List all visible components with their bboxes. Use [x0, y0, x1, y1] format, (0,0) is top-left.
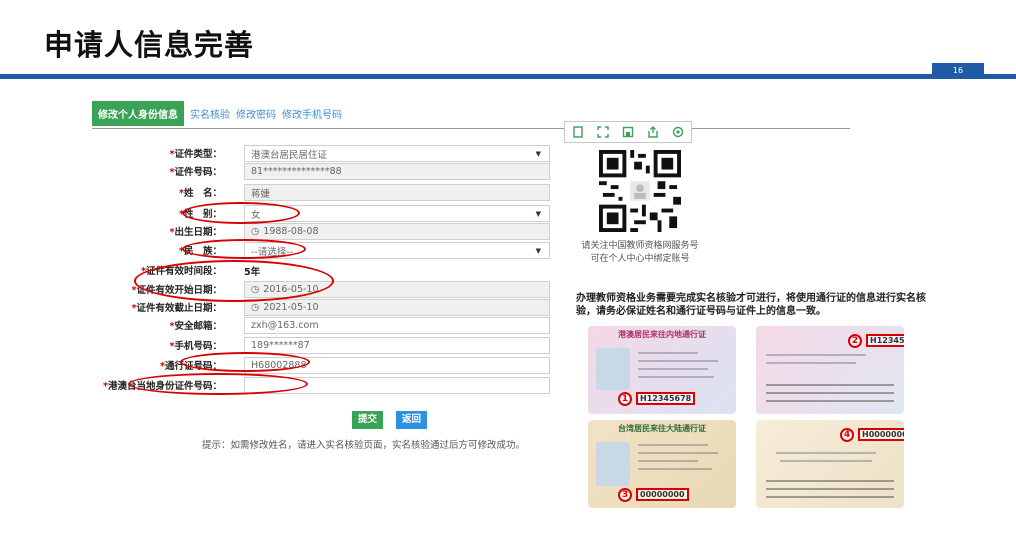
marker-4: 4	[840, 428, 854, 442]
row-valid-end: *证件有效截止日期：	[131, 303, 222, 314]
email-label: 安全邮箱：	[174, 321, 222, 332]
tab-real-name-verify[interactable]: 实名核验	[190, 106, 230, 121]
copy-icon[interactable]	[570, 124, 586, 140]
row-id-number: *证件号码：	[169, 167, 222, 178]
annotation-ellipse-ethnicity	[182, 239, 306, 259]
share-icon[interactable]	[645, 124, 661, 140]
tab-change-password[interactable]: 修改密码	[236, 106, 276, 121]
chevron-down-icon: ▼	[535, 246, 541, 255]
tab-divider	[92, 128, 850, 129]
marker-2: 2	[848, 334, 862, 348]
marker-1: 1	[618, 392, 632, 406]
phone-field[interactable]: 189******87	[244, 337, 550, 354]
id-type-select[interactable]: 港澳台居民居住证 ▼	[244, 145, 550, 162]
annotation-ellipse-gender	[182, 202, 300, 224]
save-icon[interactable]	[620, 124, 636, 140]
expand-icon[interactable]	[595, 124, 611, 140]
sample-card-tw-front: 台湾居民来往大陆通行证 3 00000000	[588, 420, 736, 508]
page-number: 16	[932, 63, 984, 79]
chevron-down-icon: ▼	[535, 149, 541, 158]
hint-text: 提示：如需修改姓名，请进入实名核验页面，实名核验通过后方可修改成功。	[202, 440, 526, 451]
submit-button[interactable]: 提交	[352, 411, 384, 429]
title-rule	[0, 74, 1016, 79]
settings-icon[interactable]	[670, 124, 686, 140]
row-email: *安全邮箱：	[169, 321, 222, 332]
id-number-field: 81**************88	[244, 163, 550, 180]
sample-card-hk-front: 港澳居民来往内地通行证 1 H12345678	[588, 326, 736, 414]
portrait-photo	[596, 442, 630, 486]
tab-change-phone[interactable]: 修改手机号码	[282, 106, 342, 121]
id-type-label: 证件类型：	[174, 149, 222, 160]
qr-caption: 请关注中国教师资格网服务号 可在个人中心中绑定账号	[581, 241, 699, 264]
id-number-label: 证件号码：	[174, 167, 222, 178]
toolbar	[564, 121, 692, 143]
valid-end-label: 证件有效截止日期：	[136, 303, 222, 314]
name-field: 蒋婕	[244, 184, 550, 201]
row-birthdate: *出生日期：	[169, 227, 222, 238]
valid-end-field[interactable]: ◷ 2021-05-10	[244, 299, 550, 316]
annotation-ellipse-valid-dates	[134, 260, 334, 302]
row-id-type: *证件类型：	[169, 149, 222, 160]
slide-title: 申请人信息完善	[44, 28, 255, 62]
sample-card-hk-back: 2 H12345678	[756, 326, 904, 414]
sample-card-tw-back: 4 H000000000	[756, 420, 904, 508]
back-button[interactable]: 返回	[396, 411, 428, 429]
marker-3: 3	[618, 488, 632, 502]
phone-label: 手机号码：	[174, 341, 222, 352]
birthdate-field: ◷ 1988-08-08	[244, 223, 550, 240]
clock-icon: ◷	[251, 226, 260, 237]
tab-edit-identity[interactable]: 修改个人身份信息	[92, 101, 184, 126]
annotation-ellipse-permit	[180, 352, 310, 372]
name-label: 姓 名：	[183, 188, 222, 199]
tab-bar: 修改个人身份信息 实名核验 修改密码 修改手机号码	[92, 101, 342, 126]
email-field[interactable]: zxh@163.com	[244, 317, 550, 334]
row-phone: *手机号码：	[169, 341, 222, 352]
row-name: *姓 名：	[179, 188, 222, 199]
clock-icon: ◷	[251, 302, 260, 313]
annotation-ellipse-local-id	[128, 373, 308, 395]
notice-text: 办理教师资格业务需要完成实名核验才可进行，将使用通行证的信息进行实名核验，请务必…	[576, 293, 926, 317]
birthdate-label: 出生日期：	[174, 227, 222, 238]
chevron-down-icon: ▼	[535, 209, 541, 218]
portrait-photo	[596, 348, 630, 390]
qr-code	[599, 150, 681, 232]
